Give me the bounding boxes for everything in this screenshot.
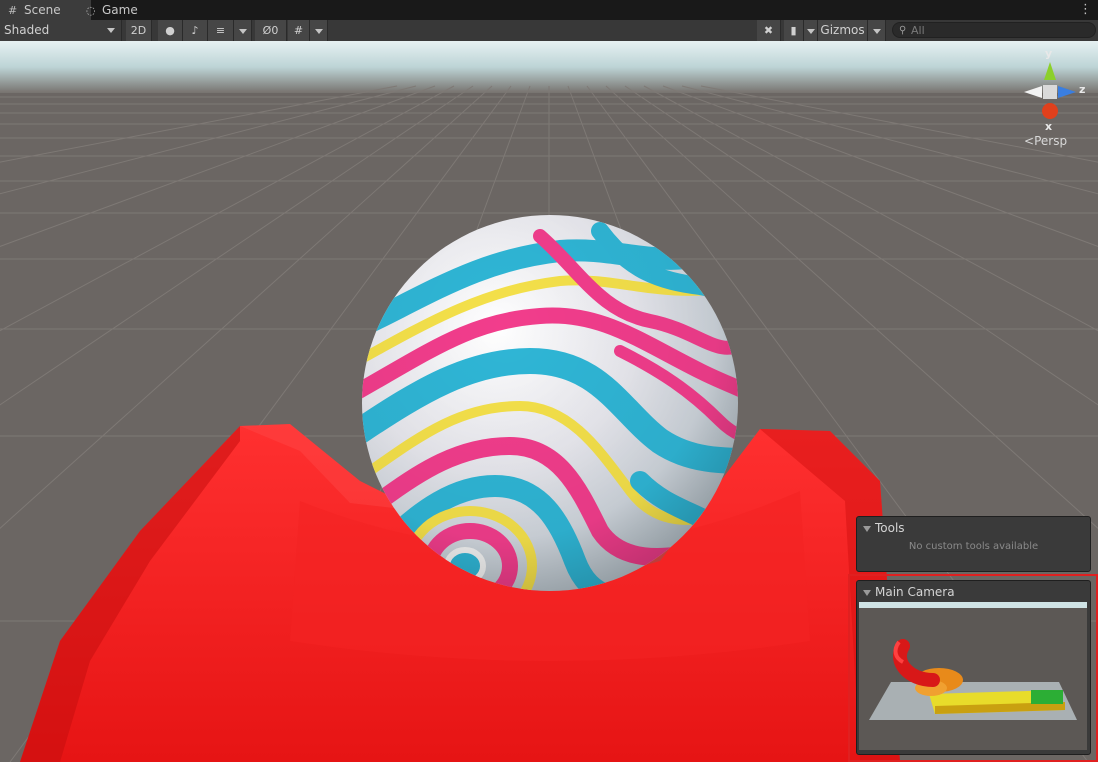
scene-orientation-gizmo[interactable]: y z x [1016,46,1086,146]
audio-toggle-button[interactable]: ♪ [183,20,208,41]
tab-game-label: Game [102,3,138,17]
shading-mode-dropdown[interactable]: Shaded [0,20,122,41]
chevron-down-icon [314,28,323,34]
gamepad-icon: ◌ [86,4,96,17]
camera-selection-outline [848,574,1098,762]
chevron-down-icon [806,28,815,34]
tab-bar: # Scene ◌ Game ⋮ [0,0,1098,21]
grid-icon: # [293,24,304,37]
more-options-icon[interactable]: ⋮ [1079,2,1092,17]
camera-icon: ▮ [790,24,797,37]
chevron-down-icon [238,28,247,34]
chevron-down-icon [872,28,881,34]
tools-overlay-panel: Tools No custom tools available [856,516,1091,572]
axis-x-label: x [1045,120,1053,133]
lightbulb-icon: ● [165,24,175,37]
hidden-count: 0 [271,24,279,37]
tools-panel-message: No custom tools available [908,541,1039,552]
tab-scene-label: Scene [24,3,61,17]
tools-button[interactable]: ✖ [757,20,781,41]
horizon [0,41,1098,93]
grid-toggle-button[interactable]: # [288,20,310,41]
effects-toggle-button[interactable]: ≡ [208,20,234,41]
gizmos-dropdown-button[interactable] [868,20,886,41]
camera-settings-button[interactable]: ▮ [784,20,804,41]
lighting-toggle-button[interactable]: ● [158,20,183,41]
search-placeholder: All [911,24,925,37]
camera-dropdown-button[interactable] [804,20,818,41]
gizmos-label: Gizmos [820,23,865,37]
grid-dropdown-button[interactable] [310,20,328,41]
axis-z-label: z [1079,83,1086,96]
projection-toggle[interactable]: <Persp [1024,134,1067,148]
wrench-icon: ✖ [763,24,774,37]
projection-label: Persp [1034,134,1068,148]
layers-icon: ≡ [215,24,226,37]
effects-dropdown-button[interactable] [234,20,252,41]
grid-icon: # [8,4,18,17]
tab-game[interactable]: ◌ Game [78,0,164,20]
collapse-triangle-icon [863,525,871,532]
axis-y-label: y [1045,47,1053,60]
perspective-icon: < [1024,134,1035,148]
tools-panel-title: Tools [875,521,905,535]
tools-panel-header[interactable]: Tools [863,521,905,535]
search-icon: ⚲ [899,25,907,36]
2d-toggle-button[interactable]: 2D [126,20,152,41]
shading-mode-label: Shaded [4,23,50,37]
gizmos-button[interactable]: Gizmos [818,20,868,41]
scene-visibility-button[interactable]: Ø0 [255,20,287,41]
chevron-down-icon [107,28,115,33]
speaker-icon: ♪ [191,24,199,37]
search-input[interactable]: ⚲ All [892,22,1096,38]
2d-label: 2D [130,24,147,37]
